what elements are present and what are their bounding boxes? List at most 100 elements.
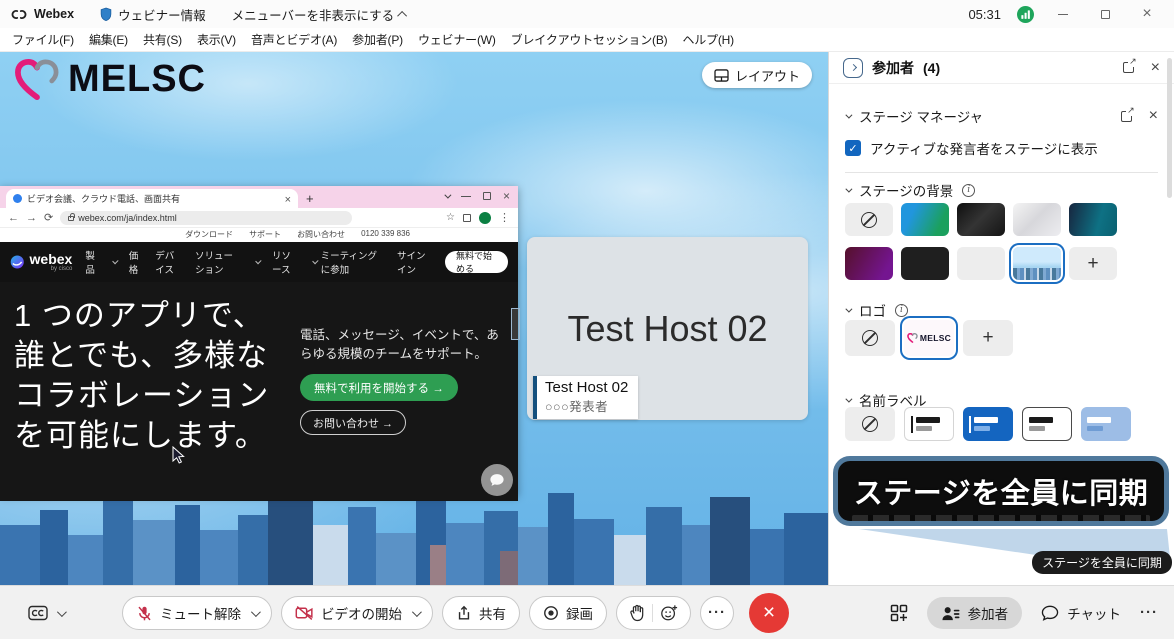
name-label-swatch-light-blue[interactable] <box>1081 407 1131 441</box>
name-label-swatch-outline[interactable] <box>1022 407 1072 441</box>
menu-item-breakout[interactable]: ブレイクアウトセッション(B) <box>511 31 668 48</box>
chevron-down-icon[interactable] <box>251 607 261 617</box>
hero-cta-start-free-button[interactable]: 無料で利用を開始する → <box>300 374 458 401</box>
chevron-down-icon[interactable] <box>412 607 422 617</box>
chevron-down-icon <box>255 257 261 263</box>
site-cta-start-free[interactable]: 無料で始める <box>445 251 508 273</box>
panel-title: 参加者 <box>872 58 914 78</box>
info-icon[interactable] <box>962 184 975 197</box>
chat-button[interactable]: チャット <box>1041 603 1121 623</box>
menu-item-webinar[interactable]: ウェビナー(W) <box>418 31 496 48</box>
active-speaker-row: アクティブな発言者をステージに表示 <box>829 136 1174 160</box>
browser-chevron-icon[interactable] <box>444 191 451 198</box>
tab-search-icon[interactable] <box>463 214 471 222</box>
panel-scrollbar[interactable] <box>1167 58 1172 198</box>
tab-close-icon[interactable] <box>285 190 291 208</box>
logo-swatch-melsc-selected[interactable]: MELSC <box>904 320 954 356</box>
maximize-button[interactable] <box>1092 5 1118 23</box>
name-label-swatch-line-selected[interactable] <box>904 407 954 441</box>
menu-item-view[interactable]: 表示(V) <box>197 31 236 48</box>
active-speaker-checkbox[interactable] <box>845 140 861 156</box>
bg-swatch-light-gray[interactable] <box>957 247 1005 280</box>
browser-tab[interactable]: ビデオ会議、クラウド電話、画面共有 <box>6 189 298 208</box>
share-resize-handle[interactable] <box>511 308 520 340</box>
menu-item-audio-video[interactable]: 音声とビデオ(A) <box>251 31 337 48</box>
bg-swatch-light-wave[interactable] <box>1013 203 1061 236</box>
site-nav-solutions[interactable]: ソリューション <box>195 248 242 276</box>
menu-item-file[interactable]: ファイル(F) <box>12 31 74 48</box>
bg-swatch-none[interactable] <box>845 203 893 236</box>
browser-menu-icon[interactable] <box>499 211 510 224</box>
panel-expand-button[interactable] <box>843 58 863 78</box>
menu-item-participants[interactable]: 参加者(P) <box>352 31 403 48</box>
stage-manager-close-button[interactable] <box>1149 107 1158 125</box>
bg-swatch-city-selected[interactable] <box>1013 247 1061 280</box>
stage-manager-section-header[interactable]: ステージ マネージャ <box>829 104 1174 128</box>
sync-stage-button-magnified[interactable]: ステージを全員に同期 <box>833 456 1169 526</box>
site-nav-devices[interactable]: デバイス <box>155 248 182 276</box>
menu-item-help[interactable]: ヘルプ(H) <box>682 31 733 48</box>
close-button[interactable] <box>1134 5 1160 23</box>
browser-close-icon[interactable]: × <box>503 189 510 203</box>
participants-button[interactable]: 参加者 <box>927 597 1023 629</box>
bg-swatch-teal-gradient[interactable] <box>1069 203 1117 236</box>
captions-control[interactable] <box>28 586 64 639</box>
browser-minimize-icon[interactable] <box>461 196 471 197</box>
back-icon[interactable]: ← <box>8 212 19 224</box>
logo-swatch-none[interactable] <box>845 320 895 356</box>
raise-hand-icon[interactable] <box>629 604 645 622</box>
none-icon <box>862 416 878 432</box>
site-nav-pricing[interactable]: 価格 <box>129 248 143 276</box>
unmute-button[interactable]: ミュート解除 <box>122 596 272 630</box>
chevron-up-icon <box>397 10 407 20</box>
utility-link-contact[interactable]: お問い合わせ <box>297 229 345 240</box>
stage-manager-popout-button[interactable] <box>1121 111 1132 122</box>
new-tab-button[interactable] <box>306 190 314 208</box>
bg-swatch-add-button[interactable] <box>1069 247 1117 280</box>
address-bar[interactable]: webex.com/ja/index.html <box>60 211 352 225</box>
menu-item-share[interactable]: 共有(S) <box>143 31 182 48</box>
panel-close-button[interactable] <box>1151 59 1160 77</box>
logo-swatch-add-button[interactable] <box>963 320 1013 356</box>
share-button[interactable]: 共有 <box>442 596 520 630</box>
info-icon[interactable] <box>895 304 908 317</box>
name-label-swatch-blue[interactable] <box>963 407 1013 441</box>
bg-swatch-blue-green-gradient[interactable] <box>901 203 949 236</box>
reload-icon[interactable]: ⟳ <box>44 211 53 224</box>
more-options-button[interactable] <box>700 596 734 630</box>
apps-icon[interactable] <box>890 604 908 622</box>
minimize-button[interactable] <box>1050 5 1076 23</box>
utility-link-download[interactable]: ダウンロード <box>185 229 233 240</box>
menu-item-edit[interactable]: 編集(E) <box>89 31 128 48</box>
bg-swatch-dark-wave[interactable] <box>957 203 1005 236</box>
browser-profile-avatar[interactable] <box>479 212 491 224</box>
chat-widget-button[interactable] <box>481 464 513 496</box>
leave-meeting-button[interactable] <box>749 593 789 633</box>
forward-icon[interactable]: → <box>26 212 37 224</box>
bookmark-star-icon[interactable]: ☆ <box>446 212 455 223</box>
reactions-smiley-icon[interactable] <box>660 604 678 622</box>
layout-button[interactable]: レイアウト <box>702 62 812 88</box>
bg-swatch-purple-gradient[interactable] <box>845 247 893 280</box>
hide-menubar-button[interactable]: メニューバーを非表示にする <box>232 5 408 24</box>
bg-swatch-black[interactable] <box>901 247 949 280</box>
more-panels-button[interactable] <box>1140 604 1158 622</box>
webinar-info-button[interactable]: ウェビナー情報 <box>100 5 206 24</box>
stage-background-section-header[interactable]: ステージの背景 <box>829 179 1174 201</box>
connection-quality-icon[interactable] <box>1017 6 1034 23</box>
site-join-meeting-link[interactable]: ミーティングに参加 <box>321 248 385 276</box>
site-nav-products[interactable]: 製品 <box>85 248 99 276</box>
ellipsis-icon <box>708 604 726 622</box>
site-logo-text[interactable]: webex <box>30 252 73 266</box>
hero-cta-contact-button[interactable]: お問い合わせ → <box>300 410 406 435</box>
panel-popout-button[interactable] <box>1123 62 1134 73</box>
panel-header: 参加者 (4) <box>829 52 1174 84</box>
site-nav-resources[interactable]: リソース <box>272 248 299 276</box>
utility-link-support[interactable]: サポート <box>249 229 281 240</box>
site-signin-link[interactable]: サインイン <box>397 248 433 276</box>
browser-maximize-icon[interactable] <box>483 192 491 200</box>
logo-section-header[interactable]: ロゴ <box>829 299 1174 321</box>
start-video-button[interactable]: ビデオの開始 <box>281 596 433 630</box>
record-button[interactable]: 録画 <box>529 596 607 630</box>
name-label-swatch-none[interactable] <box>845 407 895 441</box>
